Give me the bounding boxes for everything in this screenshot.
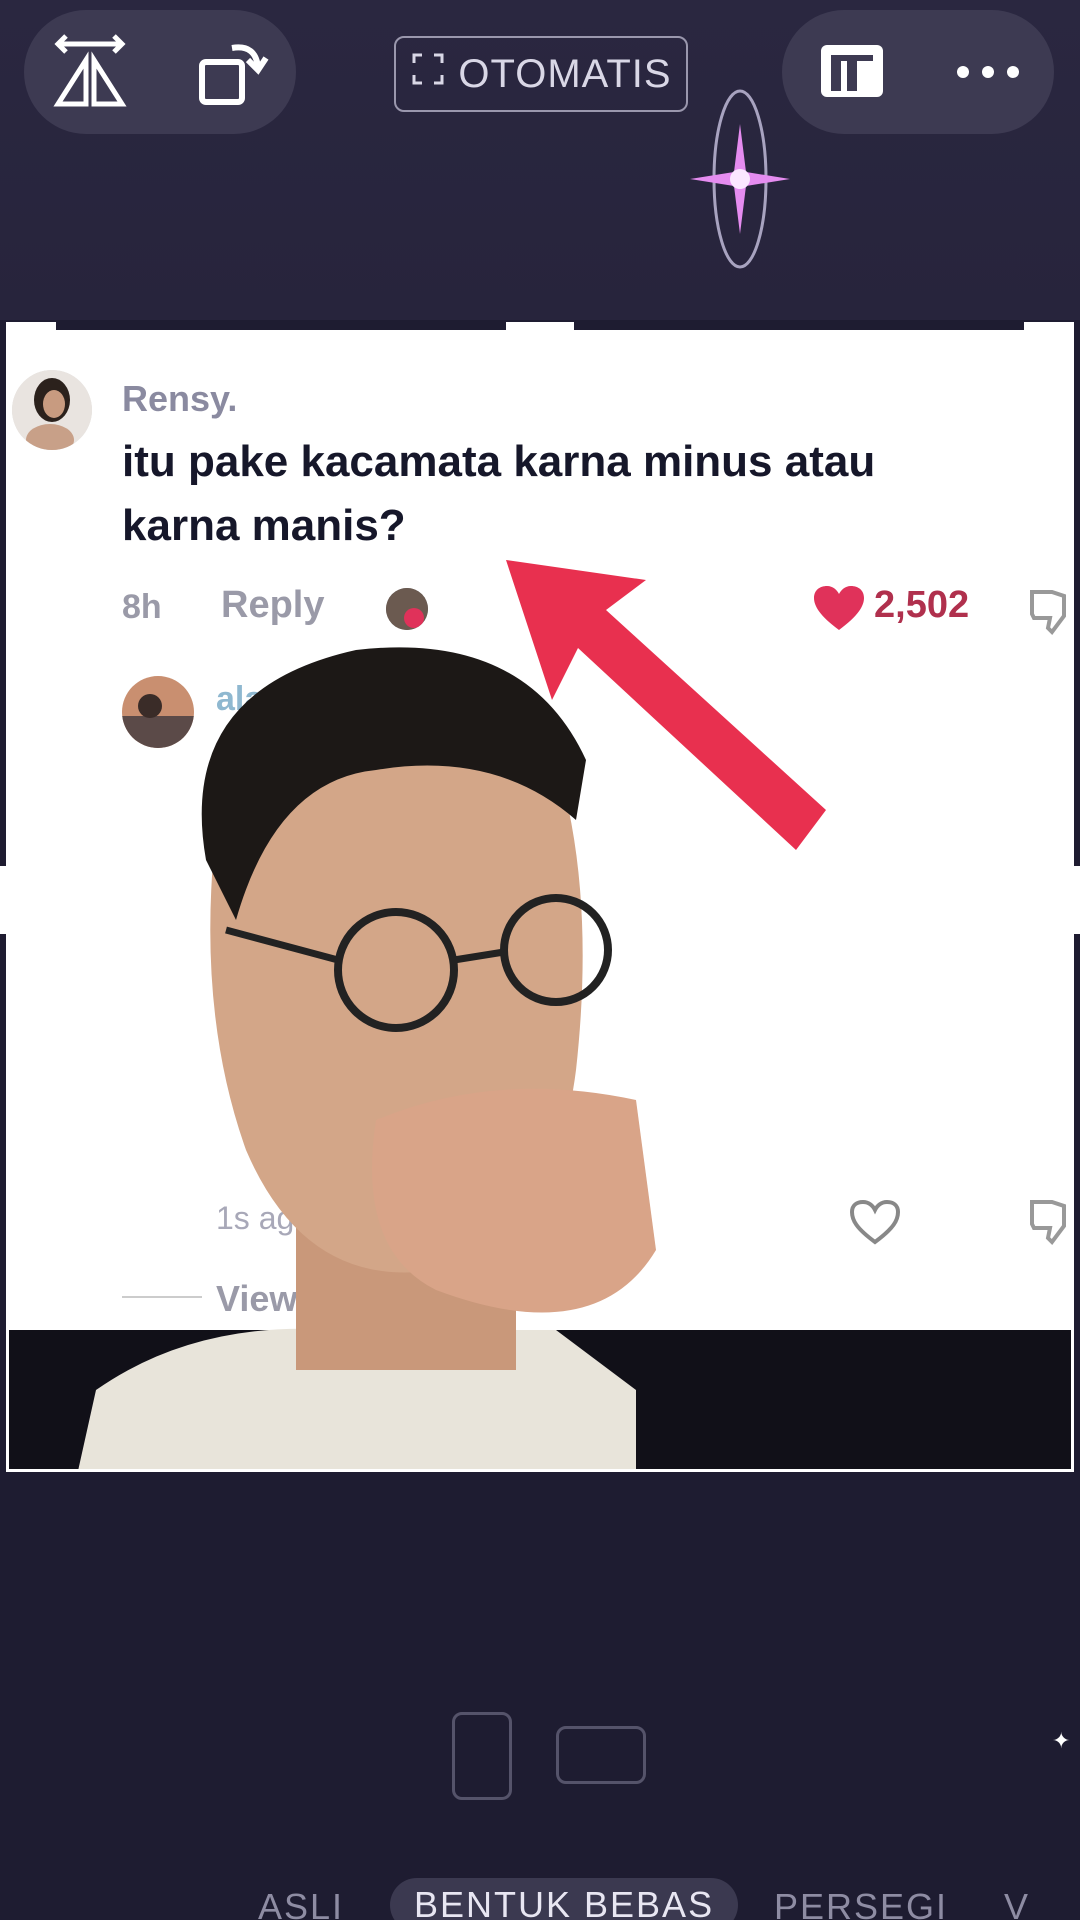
- aspect-ratio-icon[interactable]: [812, 32, 892, 112]
- auto-crop-icon: [410, 51, 446, 97]
- flip-icon[interactable]: [50, 32, 130, 112]
- top-toolbar: OTOMATIS: [0, 0, 1080, 320]
- reply-like-icon[interactable]: [848, 1198, 902, 1251]
- reply-dislike-icon[interactable]: [1028, 1198, 1074, 1251]
- aspect-ratio-bar: ASLI BENTUK BEBAS PERSEGI V: [0, 1876, 1080, 1920]
- left-tool-group: [24, 10, 296, 134]
- landscape-orientation-icon[interactable]: [556, 1726, 646, 1784]
- aspect-original[interactable]: ASLI: [258, 1886, 344, 1920]
- creator-liked-avatar: [386, 588, 428, 630]
- rotate-icon[interactable]: [192, 32, 272, 112]
- commenter-avatar: [12, 370, 92, 450]
- aspect-square[interactable]: PERSEGI: [774, 1886, 948, 1920]
- dislike-icon[interactable]: [1028, 588, 1074, 641]
- commenter-username[interactable]: Rensy.: [122, 378, 237, 420]
- sparkle-icon: [690, 89, 790, 269]
- crop-handle-top-right[interactable]: [1024, 322, 1074, 332]
- crop-handle-right[interactable]: [1072, 866, 1080, 934]
- reply-button[interactable]: Reply: [221, 584, 324, 627]
- auto-crop-button[interactable]: OTOMATIS: [394, 36, 688, 112]
- comment-text: itu pake kacamata karna minus atau karna…: [122, 437, 876, 550]
- more-options-icon[interactable]: [948, 32, 1028, 112]
- red-arrow-annotation: [506, 560, 826, 850]
- aspect-next[interactable]: V: [1004, 1886, 1030, 1920]
- star-glyph-icon: ✦: [1052, 1728, 1071, 1753]
- crop-handle-top-left[interactable]: [6, 322, 56, 332]
- right-tool-group: [782, 10, 1054, 134]
- bottom-panel: ✦ ASLI BENTUK BEBAS PERSEGI V: [0, 1472, 1080, 1920]
- aspect-freeform[interactable]: BENTUK BEBAS: [390, 1878, 739, 1920]
- like-count: 2,502: [874, 584, 970, 626]
- auto-crop-label: OTOMATIS: [458, 51, 672, 96]
- portrait-orientation-icon[interactable]: [452, 1712, 512, 1800]
- crop-canvas[interactable]: Rensy. itu pake kacamata karna minus ata…: [6, 330, 1074, 1472]
- crop-handle-left[interactable]: [0, 866, 10, 934]
- crop-handle-top[interactable]: [506, 322, 574, 332]
- comment-age: 8h: [122, 588, 162, 626]
